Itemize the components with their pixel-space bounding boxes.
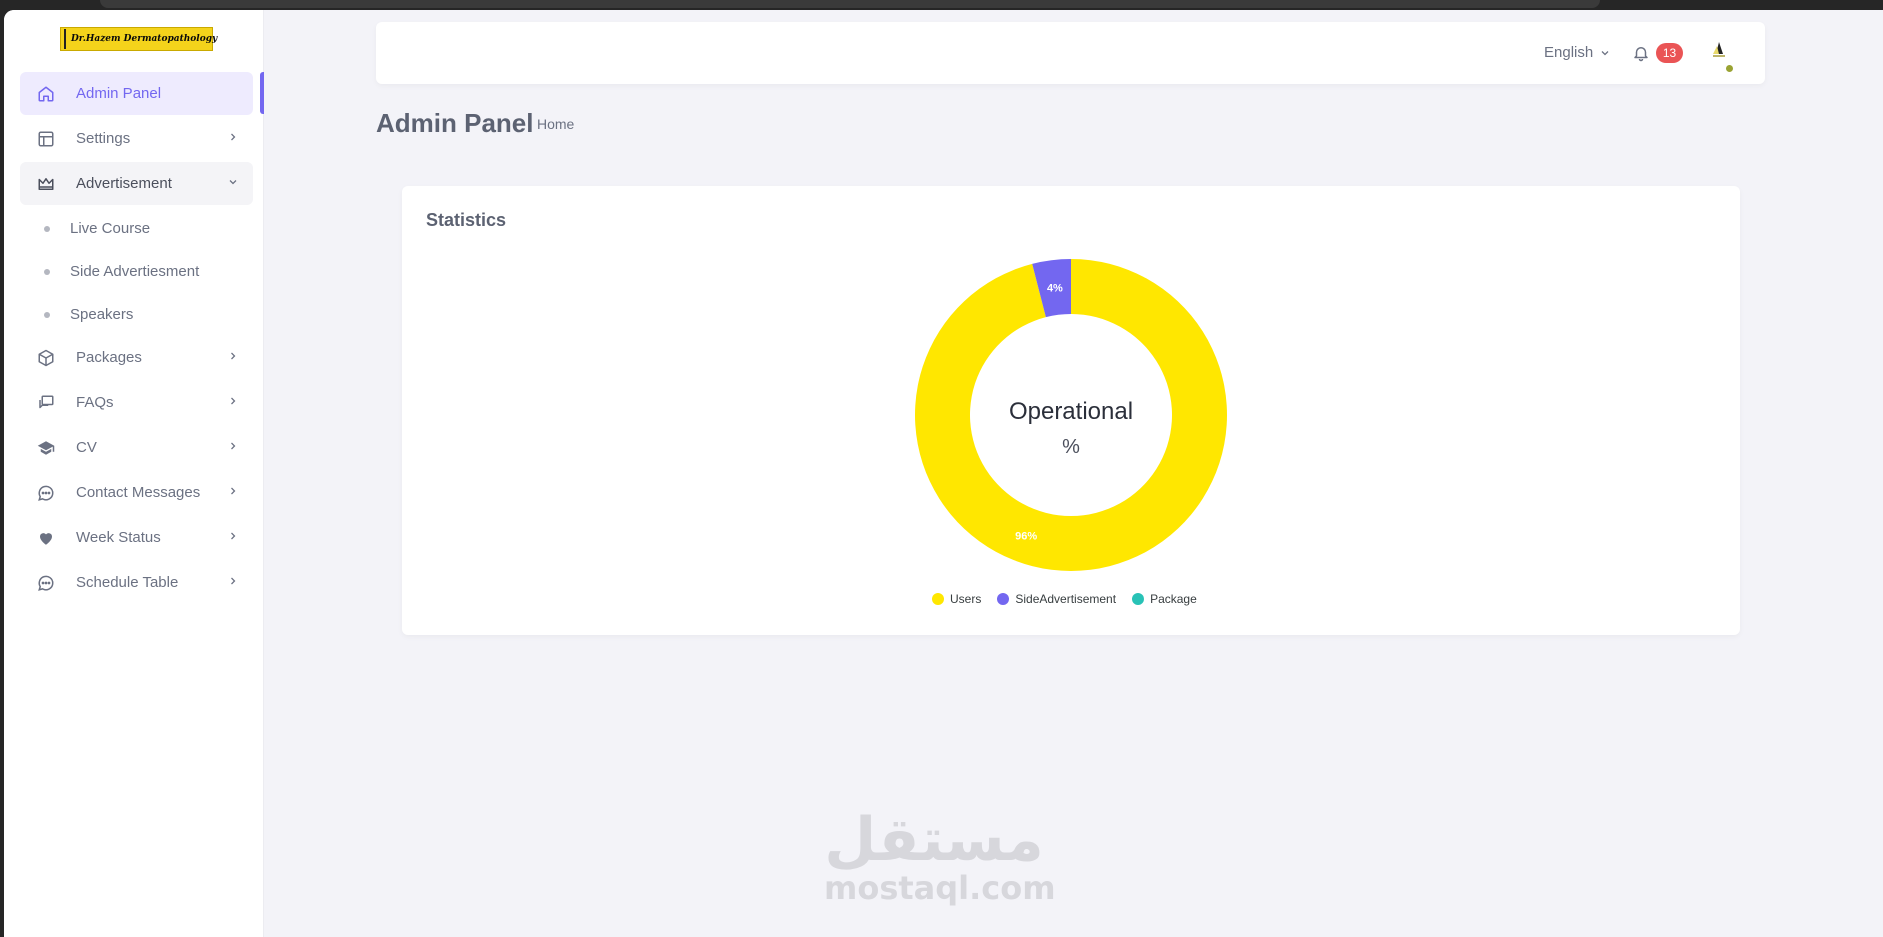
sidebar-item-label: Packages (76, 349, 142, 366)
crown-icon (36, 174, 56, 194)
breadcrumb[interactable]: Home (537, 116, 574, 132)
language-label: English (1544, 44, 1594, 61)
legend-label: Package (1150, 592, 1197, 606)
chevron-right-icon (231, 532, 236, 540)
sidebar-item-contact-messages[interactable]: Contact Messages (20, 471, 253, 514)
sidebar: Dr.Hazem Dermatopathology Admin Panel Se… (4, 10, 264, 937)
watermark: مستقل mostaql.com (824, 805, 1056, 907)
watermark-latin: mostaql.com (824, 869, 1056, 907)
card-title: Statistics (426, 210, 507, 230)
box-icon (36, 348, 56, 368)
bullet-icon (44, 311, 50, 318)
legend-label: SideAdvertisement (1015, 592, 1117, 606)
donut-data-label: 96% (1015, 530, 1037, 542)
sidebar-item-settings[interactable]: Settings (20, 117, 253, 160)
sidebar-item-admin-panel[interactable]: Admin Panel (20, 72, 253, 115)
bullet-icon (44, 268, 50, 275)
chevron-right-icon (231, 487, 236, 495)
app-window: Dr.Hazem Dermatopathology Admin Panel Se… (4, 10, 1883, 937)
sidebar-subitem-live-course[interactable]: Live Course (20, 207, 253, 250)
chevron-right-icon (231, 133, 236, 141)
message-circle-icon (36, 573, 56, 593)
brand-logo[interactable]: Dr.Hazem Dermatopathology (60, 27, 217, 51)
sidebar-subitem-label: Side Advertiesment (70, 263, 200, 280)
legend-item[interactable]: Package (1132, 592, 1197, 606)
home-icon (36, 84, 56, 104)
sidebar-subitem-side-advertisement[interactable]: Side Advertiesment (20, 250, 253, 293)
chevron-right-icon (231, 397, 236, 405)
legend-label: Users (950, 592, 982, 606)
sidebar-item-advertisement[interactable]: Advertisement (20, 162, 253, 205)
legend-marker-icon (1132, 593, 1145, 605)
chevron-down-icon (229, 180, 237, 185)
sidebar-subitem-label: Speakers (70, 306, 134, 323)
sidebar-item-label: Advertisement (76, 175, 172, 192)
donut-center-label: Operational (1008, 398, 1134, 425)
sidebar-item-label: FAQs (76, 394, 114, 411)
sidebar-item-schedule-table[interactable]: Schedule Table (20, 561, 253, 604)
donut-center-value: % (1062, 436, 1080, 458)
bullet-icon (44, 225, 50, 232)
sidebar-item-label: Contact Messages (76, 484, 201, 501)
legend-item[interactable]: Users (932, 592, 981, 606)
logo-mark-icon (64, 29, 66, 49)
layout-icon (36, 129, 56, 149)
sidebar-item-label: Settings (76, 130, 131, 147)
top-navbar: English 13 (376, 22, 1765, 84)
legend-marker-icon (997, 593, 1010, 605)
sidebar-nav: Admin Panel Settings Advertisement Live … (20, 72, 253, 606)
legend-item[interactable]: SideAdvertisement (997, 592, 1116, 606)
watermark-arabic: مستقل (824, 805, 1044, 875)
chevron-right-icon (231, 352, 236, 360)
active-indicator (260, 72, 264, 114)
browser-top-strip (100, 0, 1600, 8)
chevron-right-icon (231, 577, 236, 585)
online-status-dot (1725, 64, 1734, 73)
sidebar-item-week-status[interactable]: Week Status (20, 516, 253, 559)
bell-icon[interactable] (1632, 44, 1650, 62)
chevron-down-icon (1601, 50, 1609, 55)
graduation-cap-icon (36, 438, 56, 458)
heart-icon (36, 528, 56, 548)
language-dropdown[interactable]: English (1544, 44, 1611, 61)
chevron-right-icon (231, 442, 236, 450)
sidebar-item-faqs[interactable]: FAQs (20, 381, 253, 424)
sidebar-item-cv[interactable]: CV (20, 426, 253, 469)
sidebar-item-label: Week Status (76, 529, 161, 546)
notification-badge: 13 (1656, 43, 1683, 63)
sidebar-subitem-speakers[interactable]: Speakers (20, 293, 253, 336)
legend-marker-icon (932, 593, 944, 605)
sidebar-item-label: CV (76, 439, 97, 456)
chart-legend: Users SideAdvertisement Package (932, 592, 1197, 606)
statistics-card: Statistics 96% 4% Operational % Users Side… (402, 186, 1740, 635)
logo-text: Dr.Hazem Dermatopathology (71, 34, 218, 44)
sidebar-subitem-label: Live Course (70, 220, 151, 237)
donut-data-label: 4% (1047, 283, 1063, 295)
chat-squares-icon (36, 393, 56, 413)
page-title: Admin Panel (376, 108, 534, 138)
sidebar-item-label: Schedule Table (76, 574, 179, 591)
sidebar-item-label: Admin Panel (76, 85, 162, 102)
message-circle-icon (36, 483, 56, 503)
sidebar-item-packages[interactable]: Packages (20, 336, 253, 379)
